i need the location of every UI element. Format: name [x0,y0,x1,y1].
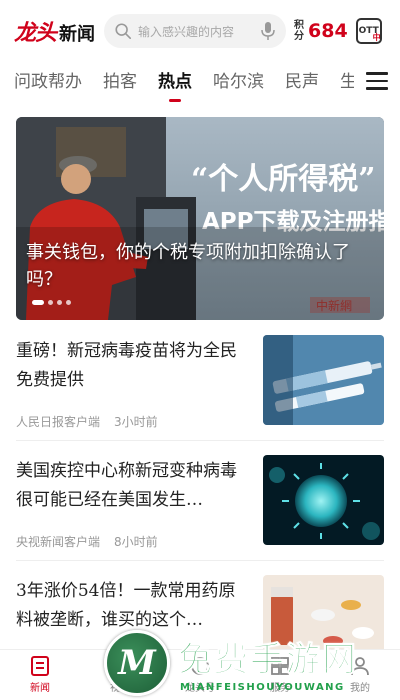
news-time: 3小时前 [114,415,158,429]
divider [16,440,384,441]
microphone-icon[interactable] [260,21,276,41]
carousel-indicator [32,300,75,305]
virus-thumbnail[interactable] [263,455,384,545]
site-watermark: M 免费手游网 MIANFEISHOUYOUWANG [98,626,400,700]
watermark-subtitle: MIANFEISHOUYOUWANG [180,682,345,693]
badge-sub: 中 [372,33,381,42]
news-meta: 央视新闻客户端 8小时前 [16,533,158,550]
news-item[interactable]: 重磅！新冠病毒疫苗将为全民免费提供 人民日报客户端 3小时前 [16,335,384,447]
nav-news[interactable]: 新闻 [0,650,80,700]
watermark-title: 免费手游网 [178,640,358,681]
news-title[interactable]: 重磅！新冠病毒疫苗将为全民免费提供 [16,337,252,395]
tab-4[interactable]: 民声 [285,64,319,104]
news-icon [31,656,49,676]
carousel-dot [66,300,71,305]
news-item[interactable]: 美国疾控中心称新冠变种病毒很可能已经在美国发生… 央视新闻客户端 8小时前 [16,455,384,567]
watermark-logo-letter: M [118,643,156,683]
carousel-dot [57,300,62,305]
channel-tabs: 问政帮办 拍客 热点 哈尔滨 民声生 [0,64,400,108]
points-display[interactable]: 积分 684 [294,20,348,42]
tab-5[interactable]: 生 [340,64,354,104]
news-meta: 人民日报客户端 3小时前 [16,413,158,430]
search-icon [115,23,132,40]
vaccine-thumbnail[interactable] [263,335,384,425]
hero-banner[interactable]: “个人所得税” APP下载及注册指引 中新網 事关钱包，你的个税专项附加扣除确认… [16,117,384,320]
news-time: 8小时前 [114,535,158,549]
brand-badge-icon[interactable]: OTT 中 [355,18,382,44]
logo-text: 新闻 [59,24,96,45]
tab-0[interactable]: 问政帮办 [14,64,82,104]
tab-1[interactable]: 拍客 [103,64,137,104]
points-label: 积分 [294,20,304,42]
news-title[interactable]: 美国疾控中心称新冠变种病毒很可能已经在美国发生… [16,457,252,515]
divider [16,560,384,561]
sign-line-1: “个人所得税” [191,162,376,197]
nav-label: 新闻 [30,683,50,694]
carousel-dot-active [32,300,44,305]
tab-3[interactable]: 哈尔滨 [213,64,264,104]
tabs-scroll[interactable]: 问政帮办 拍客 热点 哈尔滨 民声生 [0,64,354,104]
carousel-dot [48,300,53,305]
points-value: 684 [308,20,348,42]
search-placeholder[interactable]: 输入感兴趣的内容 [138,23,260,40]
app-header: 龙头 新闻 输入感兴趣的内容 积分 684 OTT 中 [0,0,400,62]
hero-title[interactable]: 事关钱包，你的个税专项附加扣除确认了吗？ [26,239,372,293]
menu-icon[interactable] [366,72,388,92]
news-source: 央视新闻客户端 [16,535,101,549]
news-source: 人民日报客户端 [16,415,101,429]
logo-brand: 龙头 [14,20,57,46]
search-bar[interactable]: 输入感兴趣的内容 [104,14,286,48]
watermark-logo: M [104,630,170,696]
tab-2[interactable]: 热点 [158,64,192,104]
app-logo[interactable]: 龙头 新闻 [14,15,100,47]
